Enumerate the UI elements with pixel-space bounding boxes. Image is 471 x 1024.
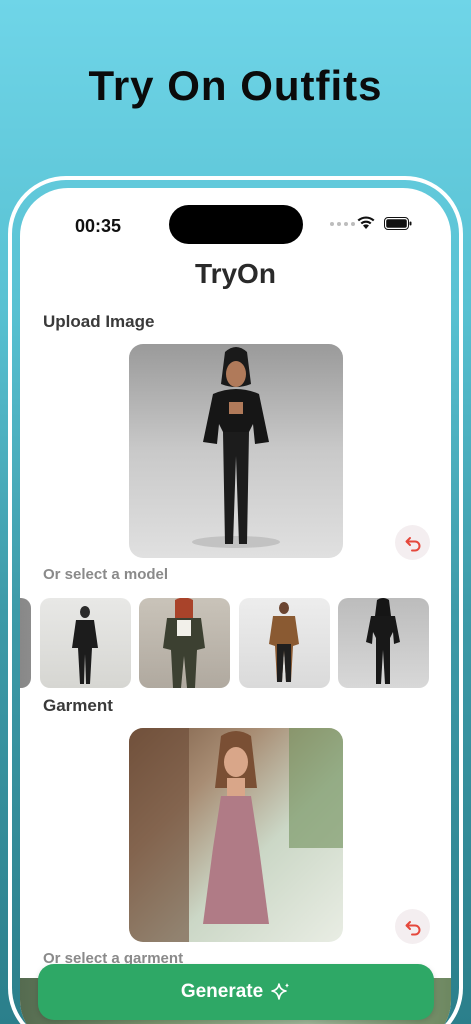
model-figure-image — [269, 602, 299, 682]
model-thumbnails — [20, 598, 451, 688]
model-thumbnail[interactable] — [20, 598, 31, 688]
wifi-icon — [357, 216, 375, 229]
status-bar: 00:35 — [20, 188, 451, 260]
model-thumbnail[interactable] — [40, 598, 131, 688]
undo-icon — [405, 920, 420, 935]
status-time: 00:35 — [75, 216, 122, 236]
select-model-label: Or select a model — [43, 566, 169, 583]
uploaded-model-image[interactable] — [129, 344, 343, 558]
promo-headline: Try On Outfits — [88, 62, 383, 109]
upload-image-label: Upload Image — [43, 312, 155, 331]
model-figure-image — [163, 598, 205, 688]
model-figure-image — [192, 347, 280, 548]
app-title: TryOn — [195, 258, 276, 289]
generate-label: Generate — [180, 981, 264, 1002]
model-figure-image — [366, 598, 400, 684]
undo-upload-button[interactable] — [395, 525, 430, 560]
garment-label: Garment — [43, 696, 113, 715]
battery-icon — [384, 217, 412, 230]
signal-dots-icon — [330, 222, 355, 226]
sparkle-icon — [271, 983, 290, 1000]
undo-garment-button[interactable] — [395, 909, 430, 944]
model-thumbnail[interactable] — [139, 598, 230, 688]
dynamic-island — [169, 205, 303, 244]
phone-screen: 00:35 TryOn Upload Image Or select a mod… — [20, 188, 451, 1024]
model-thumbnail[interactable] — [338, 598, 429, 688]
model-figure-image — [72, 606, 98, 684]
undo-icon — [405, 536, 420, 551]
garment-image[interactable] — [129, 728, 343, 942]
model-thumbnail[interactable] — [239, 598, 330, 688]
garment-model-image — [129, 728, 343, 942]
generate-button[interactable]: Generate — [38, 964, 434, 1020]
